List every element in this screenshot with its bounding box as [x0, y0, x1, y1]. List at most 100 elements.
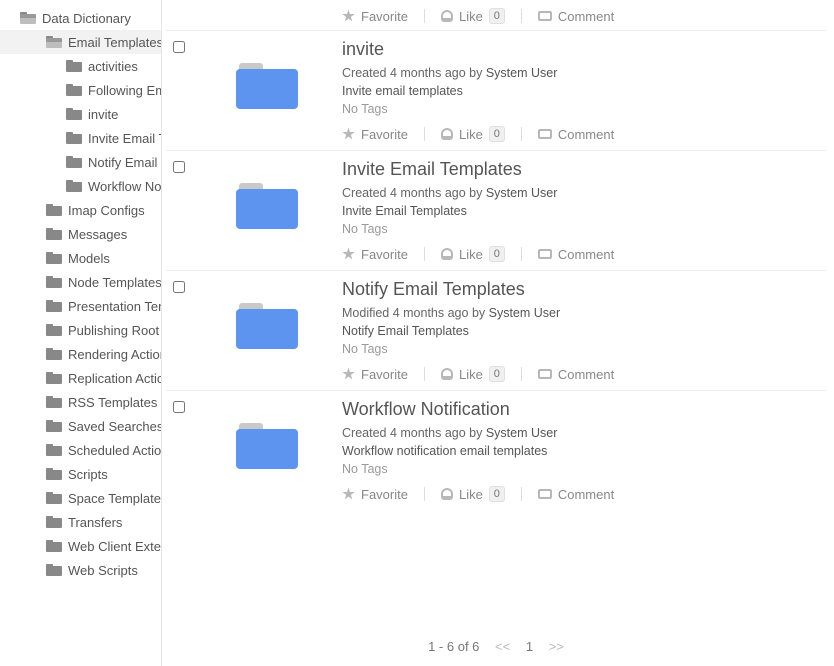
tree-label: Publishing Root: [68, 323, 159, 338]
tree-item-invite[interactable]: invite: [0, 102, 161, 126]
tree-label: Following Email Templates: [88, 83, 161, 98]
folder-icon: [46, 564, 62, 576]
favorite-action[interactable]: Favorite: [342, 9, 408, 24]
tree-label: invite: [88, 107, 118, 122]
folder-icon: [46, 204, 62, 216]
tree-item-replication-actions[interactable]: Replication Actions: [0, 366, 161, 390]
comment-action[interactable]: Comment: [538, 487, 614, 502]
tree-item-rendering-actions[interactable]: Rendering Actions: [0, 342, 161, 366]
tree-item-scripts[interactable]: Scripts: [0, 462, 161, 486]
row-actions: Favorite Like 0 Comment: [342, 4, 826, 28]
tree-item-messages[interactable]: Messages: [0, 222, 161, 246]
tree-label: Replication Actions: [68, 371, 161, 386]
item-meta: Created 4 months ago by System User: [342, 66, 826, 80]
tree-item-notify-email-templates[interactable]: Notify Email Templates: [0, 150, 161, 174]
item-title[interactable]: Notify Email Templates: [342, 279, 826, 300]
tree-item-models[interactable]: Models: [0, 246, 161, 270]
folder-icon[interactable]: [236, 183, 298, 229]
comment-action[interactable]: Comment: [538, 367, 614, 382]
tree-label: Notify Email Templates: [88, 155, 161, 170]
comment-action[interactable]: Comment: [538, 247, 614, 262]
folder-icon[interactable]: [236, 63, 298, 109]
tree-item-web-scripts[interactable]: Web Scripts: [0, 558, 161, 582]
favorite-action[interactable]: Favorite: [342, 247, 408, 262]
item-user[interactable]: System User: [486, 186, 558, 200]
comment-action[interactable]: Comment: [538, 9, 614, 24]
tree-item-transfers[interactable]: Transfers: [0, 510, 161, 534]
tree-item-node-templates[interactable]: Node Templates: [0, 270, 161, 294]
folder-icon: [46, 372, 62, 384]
favorite-label: Favorite: [361, 367, 408, 382]
item-title[interactable]: Workflow Notification: [342, 399, 826, 420]
favorite-action[interactable]: Favorite: [342, 127, 408, 142]
folder-icon[interactable]: [236, 423, 298, 469]
item-title[interactable]: invite: [342, 39, 826, 60]
tree-item-space-templates[interactable]: Space Templates: [0, 486, 161, 510]
row-checkbox[interactable]: [173, 161, 185, 173]
item-description: Notify Email Templates: [342, 324, 826, 338]
separator: [424, 367, 425, 381]
row-checkbox[interactable]: [173, 401, 185, 413]
folder-icon: [66, 180, 82, 192]
tree-label: Models: [68, 251, 110, 266]
favorite-action[interactable]: Favorite: [342, 487, 408, 502]
page-number[interactable]: 1: [526, 639, 533, 654]
like-action[interactable]: Like 0: [441, 246, 505, 262]
tree-item-workflow-notification[interactable]: Workflow Notification: [0, 174, 161, 198]
tree-label: Data Dictionary: [42, 11, 131, 26]
folder-icon[interactable]: [236, 303, 298, 349]
item-tags: No Tags: [342, 342, 826, 356]
folder-icon: [46, 468, 62, 480]
item-user[interactable]: System User: [489, 306, 561, 320]
comment-action[interactable]: Comment: [538, 127, 614, 142]
tree-item-activities[interactable]: activities: [0, 54, 161, 78]
folder-open-icon: [20, 12, 36, 24]
favorite-action[interactable]: Favorite: [342, 367, 408, 382]
folder-icon: [46, 444, 62, 456]
separator: [521, 487, 522, 501]
tree-label: activities: [88, 59, 138, 74]
item-description: Workflow notification email templates: [342, 444, 826, 458]
tree-item-data-dictionary[interactable]: Data Dictionary: [0, 6, 161, 30]
item-user[interactable]: System User: [486, 66, 558, 80]
item-description: Invite email templates: [342, 84, 826, 98]
separator: [424, 127, 425, 141]
folder-icon: [66, 156, 82, 168]
row-checkbox[interactable]: [173, 281, 185, 293]
tree-item-imap-configs[interactable]: Imap Configs: [0, 198, 161, 222]
star-icon: [342, 248, 355, 261]
tree-item-saved-searches[interactable]: Saved Searches: [0, 414, 161, 438]
item-meta: Modified 4 months ago by System User: [342, 306, 826, 320]
tree-item-publishing-root[interactable]: Publishing Root: [0, 318, 161, 342]
favorite-label: Favorite: [361, 127, 408, 142]
comment-icon: [538, 11, 552, 21]
tree-item-rss-templates[interactable]: RSS Templates: [0, 390, 161, 414]
thumb-up-icon: [441, 248, 453, 260]
row-actions: Favorite Like 0 Comment: [342, 484, 826, 508]
row-checkbox[interactable]: [173, 41, 185, 53]
tree-label: Presentation Templates: [68, 299, 161, 314]
folder-icon: [46, 516, 62, 528]
item-title[interactable]: Invite Email Templates: [342, 159, 826, 180]
page-prev[interactable]: <<: [495, 639, 510, 654]
like-label: Like: [459, 367, 483, 382]
tree-item-email-templates[interactable]: Email Templates: [0, 30, 161, 54]
item-user[interactable]: System User: [486, 426, 558, 440]
tree-label: Email Templates: [68, 35, 161, 50]
like-count: 0: [489, 246, 505, 262]
pagination: 1 - 6 of 6 << 1 >>: [166, 627, 826, 666]
list-row: Invite Email Templates Created 4 months …: [166, 151, 826, 271]
tree-item-presentation-templates[interactable]: Presentation Templates: [0, 294, 161, 318]
folder-icon: [46, 276, 62, 288]
tree-item-invite-email-templates[interactable]: Invite Email Templates: [0, 126, 161, 150]
like-action[interactable]: Like 0: [441, 366, 505, 382]
folder-icon: [66, 60, 82, 72]
like-action[interactable]: Like 0: [441, 126, 505, 142]
comment-icon: [538, 489, 552, 499]
tree-item-scheduled-actions[interactable]: Scheduled Actions: [0, 438, 161, 462]
tree-item-following-email[interactable]: Following Email Templates: [0, 78, 161, 102]
tree-item-web-client-extension[interactable]: Web Client Extension: [0, 534, 161, 558]
like-action[interactable]: Like 0: [441, 486, 505, 502]
like-action[interactable]: Like 0: [441, 8, 505, 24]
page-next[interactable]: >>: [549, 639, 564, 654]
